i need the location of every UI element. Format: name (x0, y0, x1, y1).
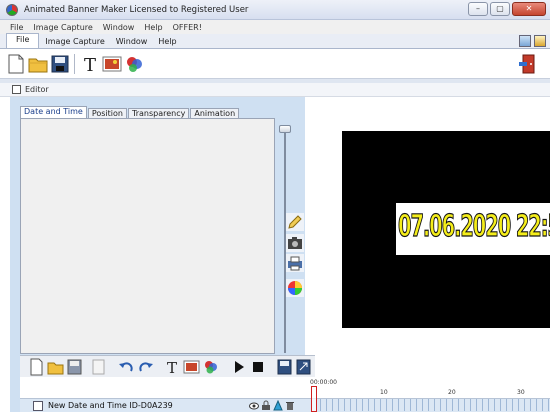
tab-help[interactable]: Help (153, 35, 181, 48)
banner-canvas[interactable]: 07.06.2020 22:55:03 (342, 131, 550, 328)
timeline-playhead[interactable] (311, 386, 317, 412)
effects-icon[interactable] (124, 53, 144, 75)
close-button[interactable]: ✕ (512, 2, 546, 16)
open-folder-icon[interactable] (28, 53, 48, 75)
page-icon[interactable] (90, 358, 107, 376)
window-controls: – ▢ ✕ (468, 2, 546, 16)
lock-icon[interactable] (261, 400, 271, 411)
new-file-icon[interactable] (6, 53, 26, 75)
timeline-track[interactable] (320, 399, 550, 411)
pencil-icon[interactable] (286, 213, 304, 231)
zoom-slider-thumb[interactable] (279, 125, 291, 133)
menu-help[interactable]: Help (144, 23, 162, 32)
tab-file[interactable]: File (6, 33, 40, 48)
svg-text:T: T (84, 55, 96, 75)
undo-icon[interactable] (118, 358, 135, 376)
open-folder-icon[interactable] (47, 358, 64, 376)
date-and-time-properties (20, 118, 275, 354)
text-icon[interactable]: T (80, 53, 100, 75)
editor-bottom-toolbar: T (20, 355, 315, 377)
main-toolbar: T (0, 49, 550, 79)
new-file-icon[interactable] (28, 358, 45, 376)
timeline: 00:00:00 10 20 30 New Date and Time ID-D… (20, 377, 550, 412)
tab-window[interactable]: Window (111, 35, 153, 48)
layer-visibility-checkbox[interactable] (33, 401, 43, 411)
camera-icon[interactable] (286, 234, 304, 252)
tab-image-capture[interactable]: Image Capture (40, 35, 109, 48)
effects-icon[interactable] (202, 358, 219, 376)
image-icon[interactable] (183, 358, 200, 376)
save-icon[interactable] (50, 53, 70, 75)
save-icon[interactable] (276, 358, 293, 376)
pin-icon[interactable] (519, 35, 531, 47)
ribbon-tabs: File Image Capture Window Help (0, 33, 550, 49)
play-icon[interactable] (230, 358, 247, 376)
menu-file[interactable]: File (10, 23, 23, 32)
trash-icon[interactable] (285, 400, 295, 411)
menu-image-capture[interactable]: Image Capture (33, 23, 92, 32)
menu-window[interactable]: Window (103, 23, 135, 32)
redo-icon[interactable] (137, 358, 154, 376)
editor-icon (12, 85, 21, 94)
color-wheel-icon[interactable] (286, 279, 304, 297)
timeline-time-label: 00:00:00 (310, 379, 337, 386)
export-icon[interactable] (295, 358, 312, 376)
maximize-button[interactable]: ▢ (490, 2, 510, 16)
alert-icon[interactable] (273, 400, 283, 411)
app-logo-icon (6, 3, 18, 16)
eye-icon[interactable] (249, 400, 259, 411)
exit-door-icon[interactable] (518, 53, 538, 75)
svg-text:T: T (167, 359, 177, 376)
editor-header: Editor (0, 83, 550, 97)
title-bar: Animated Banner Maker Licensed to Regist… (0, 0, 550, 20)
editor-title: Editor (25, 85, 49, 94)
menu-bar: File Image Capture Window Help OFFER! (0, 20, 550, 34)
layer-label: New Date and Time ID-D0A239 (48, 401, 173, 410)
ruler-mark: 20 (448, 389, 456, 396)
text-icon[interactable]: T (164, 358, 181, 376)
menu-offer[interactable]: OFFER! (173, 23, 202, 32)
ruler-mark: 30 (517, 389, 525, 396)
save-icon[interactable] (66, 358, 83, 376)
image-icon[interactable] (102, 53, 122, 75)
ruler-mark: 10 (380, 389, 388, 396)
printer-icon[interactable] (286, 254, 304, 272)
banner-date-time-text: 07.06.2020 22:55:03 (398, 208, 550, 244)
window-title: Animated Banner Maker Licensed to Regist… (24, 4, 249, 15)
banner-date-time-object[interactable]: 07.06.2020 22:55:03 (396, 203, 550, 255)
settings-icon[interactable] (534, 35, 546, 47)
stop-icon[interactable] (249, 358, 266, 376)
minimize-button[interactable]: – (468, 2, 488, 16)
